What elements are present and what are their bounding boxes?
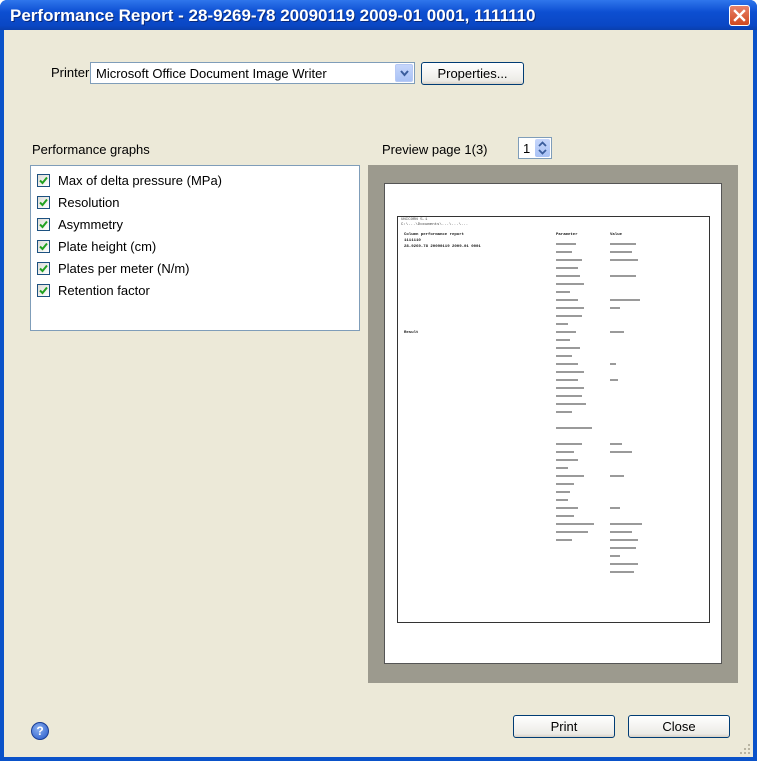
help-icon: ? <box>36 724 44 738</box>
close-window-button[interactable] <box>729 5 750 26</box>
resize-grip-icon[interactable] <box>739 743 751 755</box>
checkbox[interactable] <box>37 218 50 231</box>
checkmark-icon <box>39 264 48 273</box>
graph-item-label: Asymmetry <box>58 217 123 232</box>
properties-button[interactable]: Properties... <box>421 62 524 85</box>
title-bar[interactable]: Performance Report - 28-9269-78 20090119… <box>0 0 757 30</box>
printer-select[interactable]: Microsoft Office Document Image Writer <box>90 62 415 84</box>
spinner-arrows[interactable] <box>535 139 550 157</box>
preview-table-text-lines <box>556 243 642 573</box>
close-icon <box>733 9 746 22</box>
preview-page: UNICORN 5.1 C:\...\Documents\...\...\...… <box>384 183 722 664</box>
help-button[interactable]: ? <box>31 722 49 740</box>
close-button[interactable]: Close <box>628 715 730 738</box>
printer-selected-value: Microsoft Office Document Image Writer <box>96 66 327 81</box>
checkbox[interactable] <box>37 262 50 275</box>
checkmark-icon <box>39 198 48 207</box>
performance-graphs-list[interactable]: Max of delta pressure (MPa) Resolution A… <box>30 165 360 331</box>
graph-item-label: Resolution <box>58 195 120 210</box>
checkbox[interactable] <box>37 174 50 187</box>
checkmark-icon <box>39 176 48 185</box>
performance-report-window: Performance Report - 28-9269-78 20090119… <box>0 0 757 761</box>
graph-item-label: Max of delta pressure (MPa) <box>58 173 223 188</box>
window-title: Performance Report - 28-9269-78 20090119… <box>10 6 536 25</box>
checkbox[interactable] <box>37 196 50 209</box>
printer-label: Printer: <box>51 65 93 80</box>
preview-page-spinner[interactable]: 1 <box>518 137 552 159</box>
graph-item-label: Plate height (cm) <box>58 239 157 254</box>
up-down-arrows-icon <box>538 141 547 155</box>
dialog-body: Printer: Microsoft Office Document Image… <box>4 30 753 757</box>
graph-item-label: Retention factor <box>58 283 150 298</box>
checkbox[interactable] <box>37 284 50 297</box>
checkmark-icon <box>39 220 48 229</box>
printer-dropdown-button[interactable] <box>395 64 413 82</box>
print-button[interactable]: Print <box>513 715 615 738</box>
graph-item-label: Plates per meter (N/m) <box>58 261 190 276</box>
chevron-down-icon <box>400 70 409 77</box>
checkmark-icon <box>39 286 48 295</box>
print-preview-area: UNICORN 5.1 C:\...\Documents\...\...\...… <box>368 165 738 683</box>
checkmark-icon <box>39 242 48 251</box>
checkbox[interactable] <box>37 240 50 253</box>
performance-graphs-heading: Performance graphs <box>32 142 150 157</box>
preview-content-frame: Column performance report 1111110 28-926… <box>397 216 710 623</box>
preview-page-label: Preview page 1(3) <box>382 142 488 157</box>
preview-page-value: 1 <box>523 141 531 156</box>
